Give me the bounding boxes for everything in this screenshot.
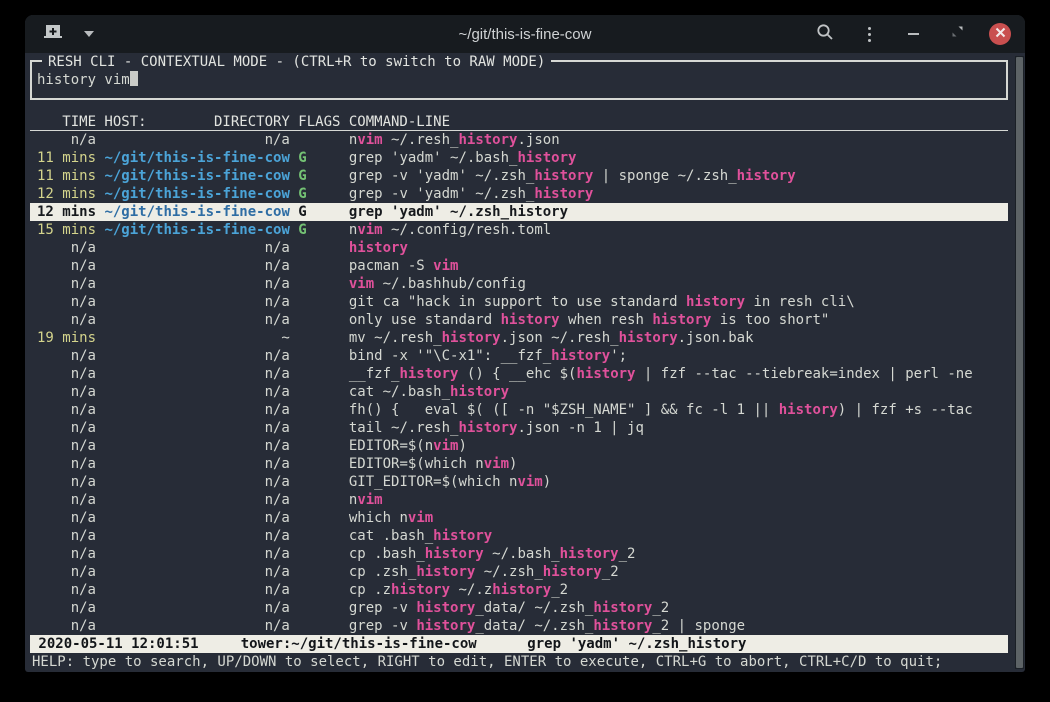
titlebar: ~/git/this-is-fine-cow: [25, 15, 1025, 53]
terminal: RESH CLI - CONTEXTUAL MODE - (CTRL+R to …: [25, 53, 1025, 672]
close-button[interactable]: [989, 23, 1011, 45]
history-row[interactable]: n/a n/a history: [30, 239, 1008, 257]
history-row[interactable]: 19 mins ~ mv ~/.resh_history.json ~/.res…: [30, 329, 1008, 347]
history-row[interactable]: n/a n/a only use standard history when r…: [30, 311, 1008, 329]
history-row[interactable]: n/a n/a __fzf_history () { __ehc $(histo…: [30, 365, 1008, 383]
resh-box: RESH CLI - CONTEXTUAL MODE - (CTRL+R to …: [30, 60, 1008, 100]
kebab-menu-icon: [868, 27, 871, 42]
history-table-header: TIME HOST: DIRECTORY FLAGS COMMAND-LINE: [30, 113, 1008, 131]
history-row[interactable]: n/a n/a git ca "hack in support to use s…: [30, 293, 1008, 311]
history-row[interactable]: n/a n/a EDITOR=$(which nvim): [30, 455, 1008, 473]
scrollbar[interactable]: [1015, 56, 1024, 669]
history-row[interactable]: 12 mins ~/git/this-is-fine-cow G grep 'y…: [30, 203, 1008, 221]
history-row[interactable]: n/a n/a pacman -S vim: [30, 257, 1008, 275]
history-row[interactable]: n/a n/a grep -v history_data/ ~/.zsh_his…: [30, 599, 1008, 617]
history-row[interactable]: n/a n/a cp .zsh_history ~/.zsh_history_2: [30, 563, 1008, 581]
history-row[interactable]: n/a n/a cat ~/.bash_history: [30, 383, 1008, 401]
history-row[interactable]: n/a n/a cat .bash_history: [30, 527, 1008, 545]
help-line: HELP: type to search, UP/DOWN to select,…: [30, 653, 1008, 671]
scrollbar-thumb[interactable]: [1016, 57, 1023, 668]
history-row[interactable]: 11 mins ~/git/this-is-fine-cow G grep -v…: [30, 167, 1008, 185]
text-cursor: [130, 71, 138, 86]
history-row[interactable]: n/a n/a nvim ~/.resh_history.json: [30, 131, 1008, 149]
history-row[interactable]: n/a n/a cp .zhistory ~/.zhistory_2: [30, 581, 1008, 599]
history-row[interactable]: 15 mins ~/git/this-is-fine-cow G nvim ~/…: [30, 221, 1008, 239]
history-row[interactable]: n/a n/a fh() { eval $( ([ -n "$ZSH_NAME"…: [30, 401, 1008, 419]
history-row[interactable]: n/a n/a tail ~/.resh_history.json -n 1 |…: [30, 419, 1008, 437]
history-row[interactable]: n/a n/a EDITOR=$(nvim): [30, 437, 1008, 455]
menu-button[interactable]: [857, 22, 881, 46]
search-query: history vim: [37, 72, 130, 88]
history-row[interactable]: n/a n/a GIT_EDITOR=$(which nvim): [30, 473, 1008, 491]
close-icon: [995, 25, 1006, 43]
minimize-button[interactable]: [901, 22, 925, 46]
status-bar: 2020-05-11 12:01:51 tower:~/git/this-is-…: [30, 635, 1008, 653]
history-row[interactable]: n/a n/a cp .bash_history ~/.bash_history…: [30, 545, 1008, 563]
history-row[interactable]: n/a n/a which nvim: [30, 509, 1008, 527]
history-row[interactable]: n/a n/a grep -v history_data/ ~/.zsh_his…: [30, 617, 1008, 635]
history-row[interactable]: n/a n/a vim ~/.bashhub/config: [30, 275, 1008, 293]
history-row[interactable]: 12 mins ~/git/this-is-fine-cow G grep -v…: [30, 185, 1008, 203]
search-icon: [816, 23, 834, 46]
history-row[interactable]: n/a n/a nvim: [30, 491, 1008, 509]
minimize-icon: [908, 33, 919, 35]
restore-button[interactable]: [945, 22, 969, 46]
history-rows: n/a n/a nvim ~/.resh_history.json11 mins…: [30, 131, 1008, 635]
terminal-window: ~/git/this-is-fine-cow: [25, 15, 1025, 672]
restore-icon: [951, 25, 964, 43]
history-row[interactable]: n/a n/a bind -x '"\C-x1": __fzf_history'…: [30, 347, 1008, 365]
history-row[interactable]: 11 mins ~/git/this-is-fine-cow G grep 'y…: [30, 149, 1008, 167]
resh-box-label: RESH CLI - CONTEXTUAL MODE - (CTRL+R to …: [42, 53, 551, 71]
search-button[interactable]: [813, 22, 837, 46]
